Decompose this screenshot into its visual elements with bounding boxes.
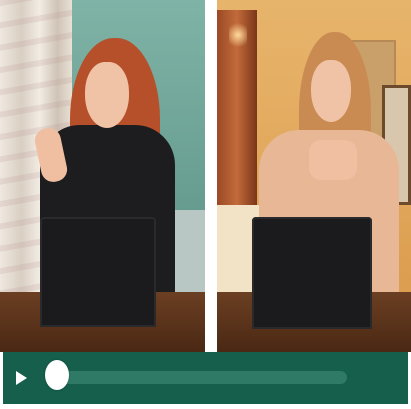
seek-thumb[interactable] <box>45 360 69 390</box>
person-face <box>85 62 129 128</box>
seek-bar[interactable] <box>47 371 347 384</box>
laptop <box>40 217 156 327</box>
video-panel-left <box>0 0 205 352</box>
play-button[interactable] <box>11 367 31 389</box>
lamp-glow <box>229 20 247 50</box>
clasped-hands <box>309 140 357 180</box>
video-player <box>0 0 411 409</box>
video-panel-right <box>217 0 411 352</box>
laptop <box>252 217 372 329</box>
person-face <box>311 60 351 122</box>
player-control-bar <box>3 352 408 404</box>
play-icon <box>15 371 27 385</box>
